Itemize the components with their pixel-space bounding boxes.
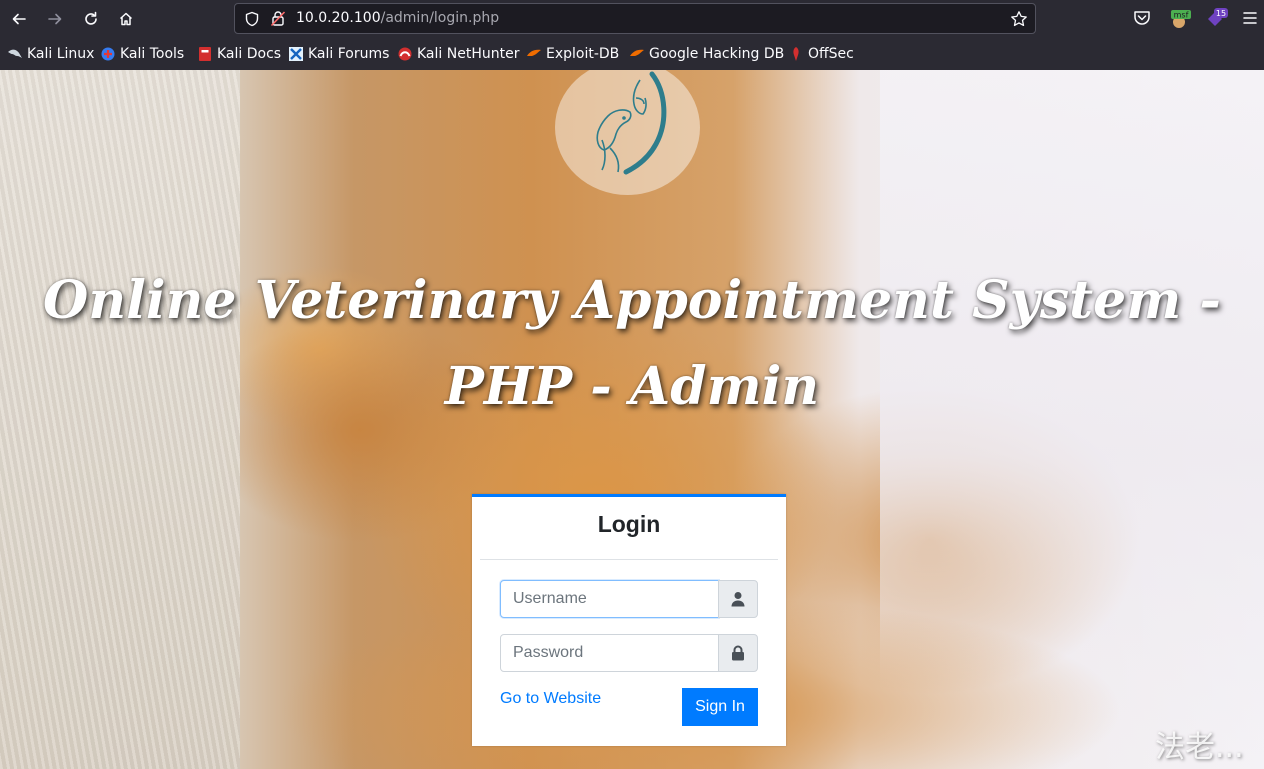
browser-chrome: 10.0.20.100/admin/login.php msf 15 Kali … [0, 0, 1264, 70]
login-page: Online Veterinary Appointment System - P… [0, 70, 1264, 769]
kali-forums-icon [289, 47, 303, 61]
url-path: /admin/login.php [380, 10, 500, 26]
bookmark-exploit-db[interactable]: Exploit-DB [526, 44, 619, 64]
forward-arrow-icon [48, 13, 62, 25]
password-addon [718, 634, 758, 672]
bookmark-label: Google Hacking DB [649, 46, 785, 62]
login-heading: Login [597, 511, 661, 537]
sign-in-button[interactable]: Sign In [682, 688, 758, 726]
counter-extension-icon[interactable]: 15 [1204, 7, 1228, 29]
page-title: Online Veterinary Appointment System - P… [43, 270, 1221, 417]
go-to-website-link[interactable]: Go to Website [500, 690, 601, 708]
msf-badge-text: msf [1174, 11, 1189, 20]
back-arrow-icon [12, 13, 26, 25]
kali-dragon-icon [8, 49, 22, 58]
pocket-icon[interactable] [1132, 7, 1152, 29]
reload-icon [85, 11, 97, 25]
bookmark-star-icon[interactable] [1010, 10, 1028, 28]
forward-button[interactable] [43, 7, 67, 31]
username-addon [718, 580, 758, 618]
password-group [500, 634, 758, 672]
hamburger-menu-icon[interactable] [1242, 7, 1258, 29]
home-button[interactable] [114, 7, 138, 31]
tracking-shield-icon[interactable] [244, 11, 260, 27]
nethunter-icon [398, 47, 412, 61]
kali-tools-icon [101, 47, 115, 61]
bookmark-kali-docs[interactable]: Kali Docs [197, 44, 281, 64]
metasploit-extension-icon[interactable]: msf [1168, 7, 1192, 29]
bookmark-kali-tools[interactable]: Kali Tools [100, 44, 184, 64]
url-text[interactable]: 10.0.20.100/admin/login.php [296, 10, 499, 26]
bookmark-kali-nethunter[interactable]: Kali NetHunter [397, 44, 519, 64]
bookmark-kali-linux[interactable]: Kali Linux [7, 44, 94, 64]
bookmark-label: Kali Forums [308, 46, 390, 62]
bookmark-google-hacking-db[interactable]: Google Hacking DB [629, 44, 784, 64]
username-input[interactable] [500, 580, 719, 618]
kali-docs-icon [199, 47, 211, 61]
bookmark-offsec[interactable]: OffSec [788, 44, 854, 64]
bookmark-kali-forums[interactable]: Kali Forums [288, 44, 389, 64]
bookmark-label: Kali NetHunter [417, 46, 520, 62]
browser-toolbar: 10.0.20.100/admin/login.php msf 15 [0, 0, 1264, 38]
url-bar[interactable]: 10.0.20.100/admin/login.php [234, 3, 1036, 34]
vet-logo-icon [596, 71, 667, 175]
card-divider [480, 559, 778, 560]
password-input[interactable] [500, 634, 719, 672]
insecure-lock-icon[interactable] [270, 10, 286, 27]
home-icon [119, 12, 133, 26]
ghdb-icon [630, 49, 644, 56]
offsec-icon [793, 47, 799, 61]
bookmark-label: Kali Tools [120, 46, 185, 62]
bookmarks-bar: Kali Linux Kali Tools Kali Docs Kali For… [0, 40, 1264, 68]
bookmark-label: Kali Linux [27, 46, 95, 62]
exploit-db-icon [527, 49, 541, 56]
bookmark-label: Kali Docs [217, 46, 282, 62]
watermark-text: 法老... [1155, 730, 1244, 765]
url-host: 10.0.20.100 [296, 10, 381, 26]
lock-icon [732, 645, 744, 661]
counter-badge-text: 15 [1216, 9, 1226, 18]
username-group [500, 580, 758, 618]
bookmark-label: Exploit-DB [546, 46, 620, 62]
bookmark-label: OffSec [808, 46, 854, 62]
back-button[interactable] [7, 7, 31, 31]
login-card: Login Go to Website Sign In [472, 494, 786, 746]
user-icon [731, 592, 745, 607]
reload-button[interactable] [79, 7, 103, 31]
